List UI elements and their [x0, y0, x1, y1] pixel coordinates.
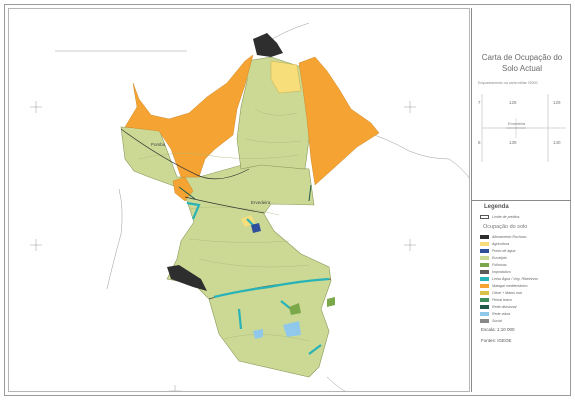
legend-label: Matagal mediterrânico — [492, 284, 528, 288]
legend-label: Folhosas — [492, 263, 507, 267]
legend-swatch — [480, 277, 489, 281]
legend-swatch — [480, 242, 489, 246]
legend-item: Matagal mediterrânico — [480, 283, 528, 289]
parcel-folhosas-2 — [327, 297, 335, 307]
legend-swatch — [480, 319, 489, 323]
legend-label: Linha Água / Veg. Ribeirinha — [492, 277, 538, 281]
legend-boundary-swatch — [480, 215, 489, 219]
legend-swatch — [480, 235, 489, 239]
legend-item: Linha Água / Veg. Ribeirinha — [480, 276, 538, 282]
legend-label: Improdutivo — [492, 270, 511, 274]
index-cell-139: 139 — [509, 140, 517, 145]
legend-boundary: Limite de prédios — [480, 214, 519, 220]
legend-label: Rede viária — [492, 312, 511, 316]
parcel-afloramento-north — [253, 33, 283, 57]
index-cell-129: 129 — [553, 100, 561, 105]
legend-label: Ponto de água — [492, 249, 516, 253]
legend-title: Legenda — [484, 204, 509, 210]
legend-swatch — [480, 284, 489, 288]
legend-label: Olival + Matos mal — [492, 291, 522, 295]
map-canvas: Pomba Ervedeira — [30, 22, 469, 391]
index-cell-128: 128 — [509, 100, 517, 105]
legend-item: Pinhal bravo — [480, 297, 512, 303]
legend-item: Improdutivo — [480, 269, 511, 275]
legend-boundary-label: Limite de prédios — [492, 215, 520, 219]
legend-swatch — [480, 263, 489, 267]
legend-swatch — [480, 312, 489, 316]
legend-label: Social — [492, 319, 502, 323]
legend-item: Rede viária — [480, 311, 510, 317]
legend-swatch — [480, 270, 489, 274]
map-area[interactable]: Pomba Ervedeira — [8, 8, 470, 392]
legend-item: Social — [480, 318, 502, 324]
legend-item: Afloramento Rochoso — [480, 234, 527, 240]
legend-label: Pinhal bravo — [492, 298, 512, 302]
place-label-pomba: Pomba — [151, 142, 166, 147]
index-map: 7 8 128 129 139 140 Ervedeira — [478, 94, 566, 162]
legend-label: Afloramento Rochoso — [492, 235, 527, 239]
index-place-label: Ervedeira — [508, 121, 526, 126]
map-title-line2: Solo Actual — [501, 64, 543, 73]
legend-label: Rede divisional — [492, 305, 517, 309]
index-row-7: 7 — [478, 100, 481, 105]
index-row-8: 8 — [478, 140, 481, 145]
legend-divider — [472, 200, 571, 201]
legend-item: Rede divisional — [480, 304, 516, 310]
legend-label: Agricultura — [492, 242, 510, 246]
legend-item: Agricultura — [480, 241, 509, 247]
source-text: Fontes: IGEOE — [481, 338, 512, 343]
map-title-line1: Carta de Ocupação do — [481, 53, 563, 62]
legend-label: Eucalipto — [492, 256, 507, 260]
legend-swatch — [480, 291, 489, 295]
legend-swatch — [480, 298, 489, 302]
place-label-ervedeira: Ervedeira — [251, 200, 271, 205]
scale-text: Escala: 1:10 000 — [481, 327, 515, 332]
legend-swatch — [480, 249, 489, 253]
index-subtitle: Enquadramento na carta militar 25000 — [478, 81, 538, 85]
legend-item: Olival + Matos mal — [480, 290, 522, 296]
map-title: Carta de Ocupação do Solo Actual — [472, 52, 572, 74]
index-cell-140: 140 — [553, 140, 561, 145]
side-panel: Carta de Ocupação do Solo Actual Enquadr… — [471, 8, 571, 392]
legend-swatch — [480, 305, 489, 309]
legend-swatch — [480, 256, 489, 260]
legend-section-title: Ocupação do solo — [483, 224, 528, 230]
parcel-matagal-east — [298, 56, 380, 186]
legend-item: Ponto de água — [480, 248, 515, 254]
legend-item: Folhosas — [480, 262, 507, 268]
legend-item: Eucalipto — [480, 255, 507, 261]
